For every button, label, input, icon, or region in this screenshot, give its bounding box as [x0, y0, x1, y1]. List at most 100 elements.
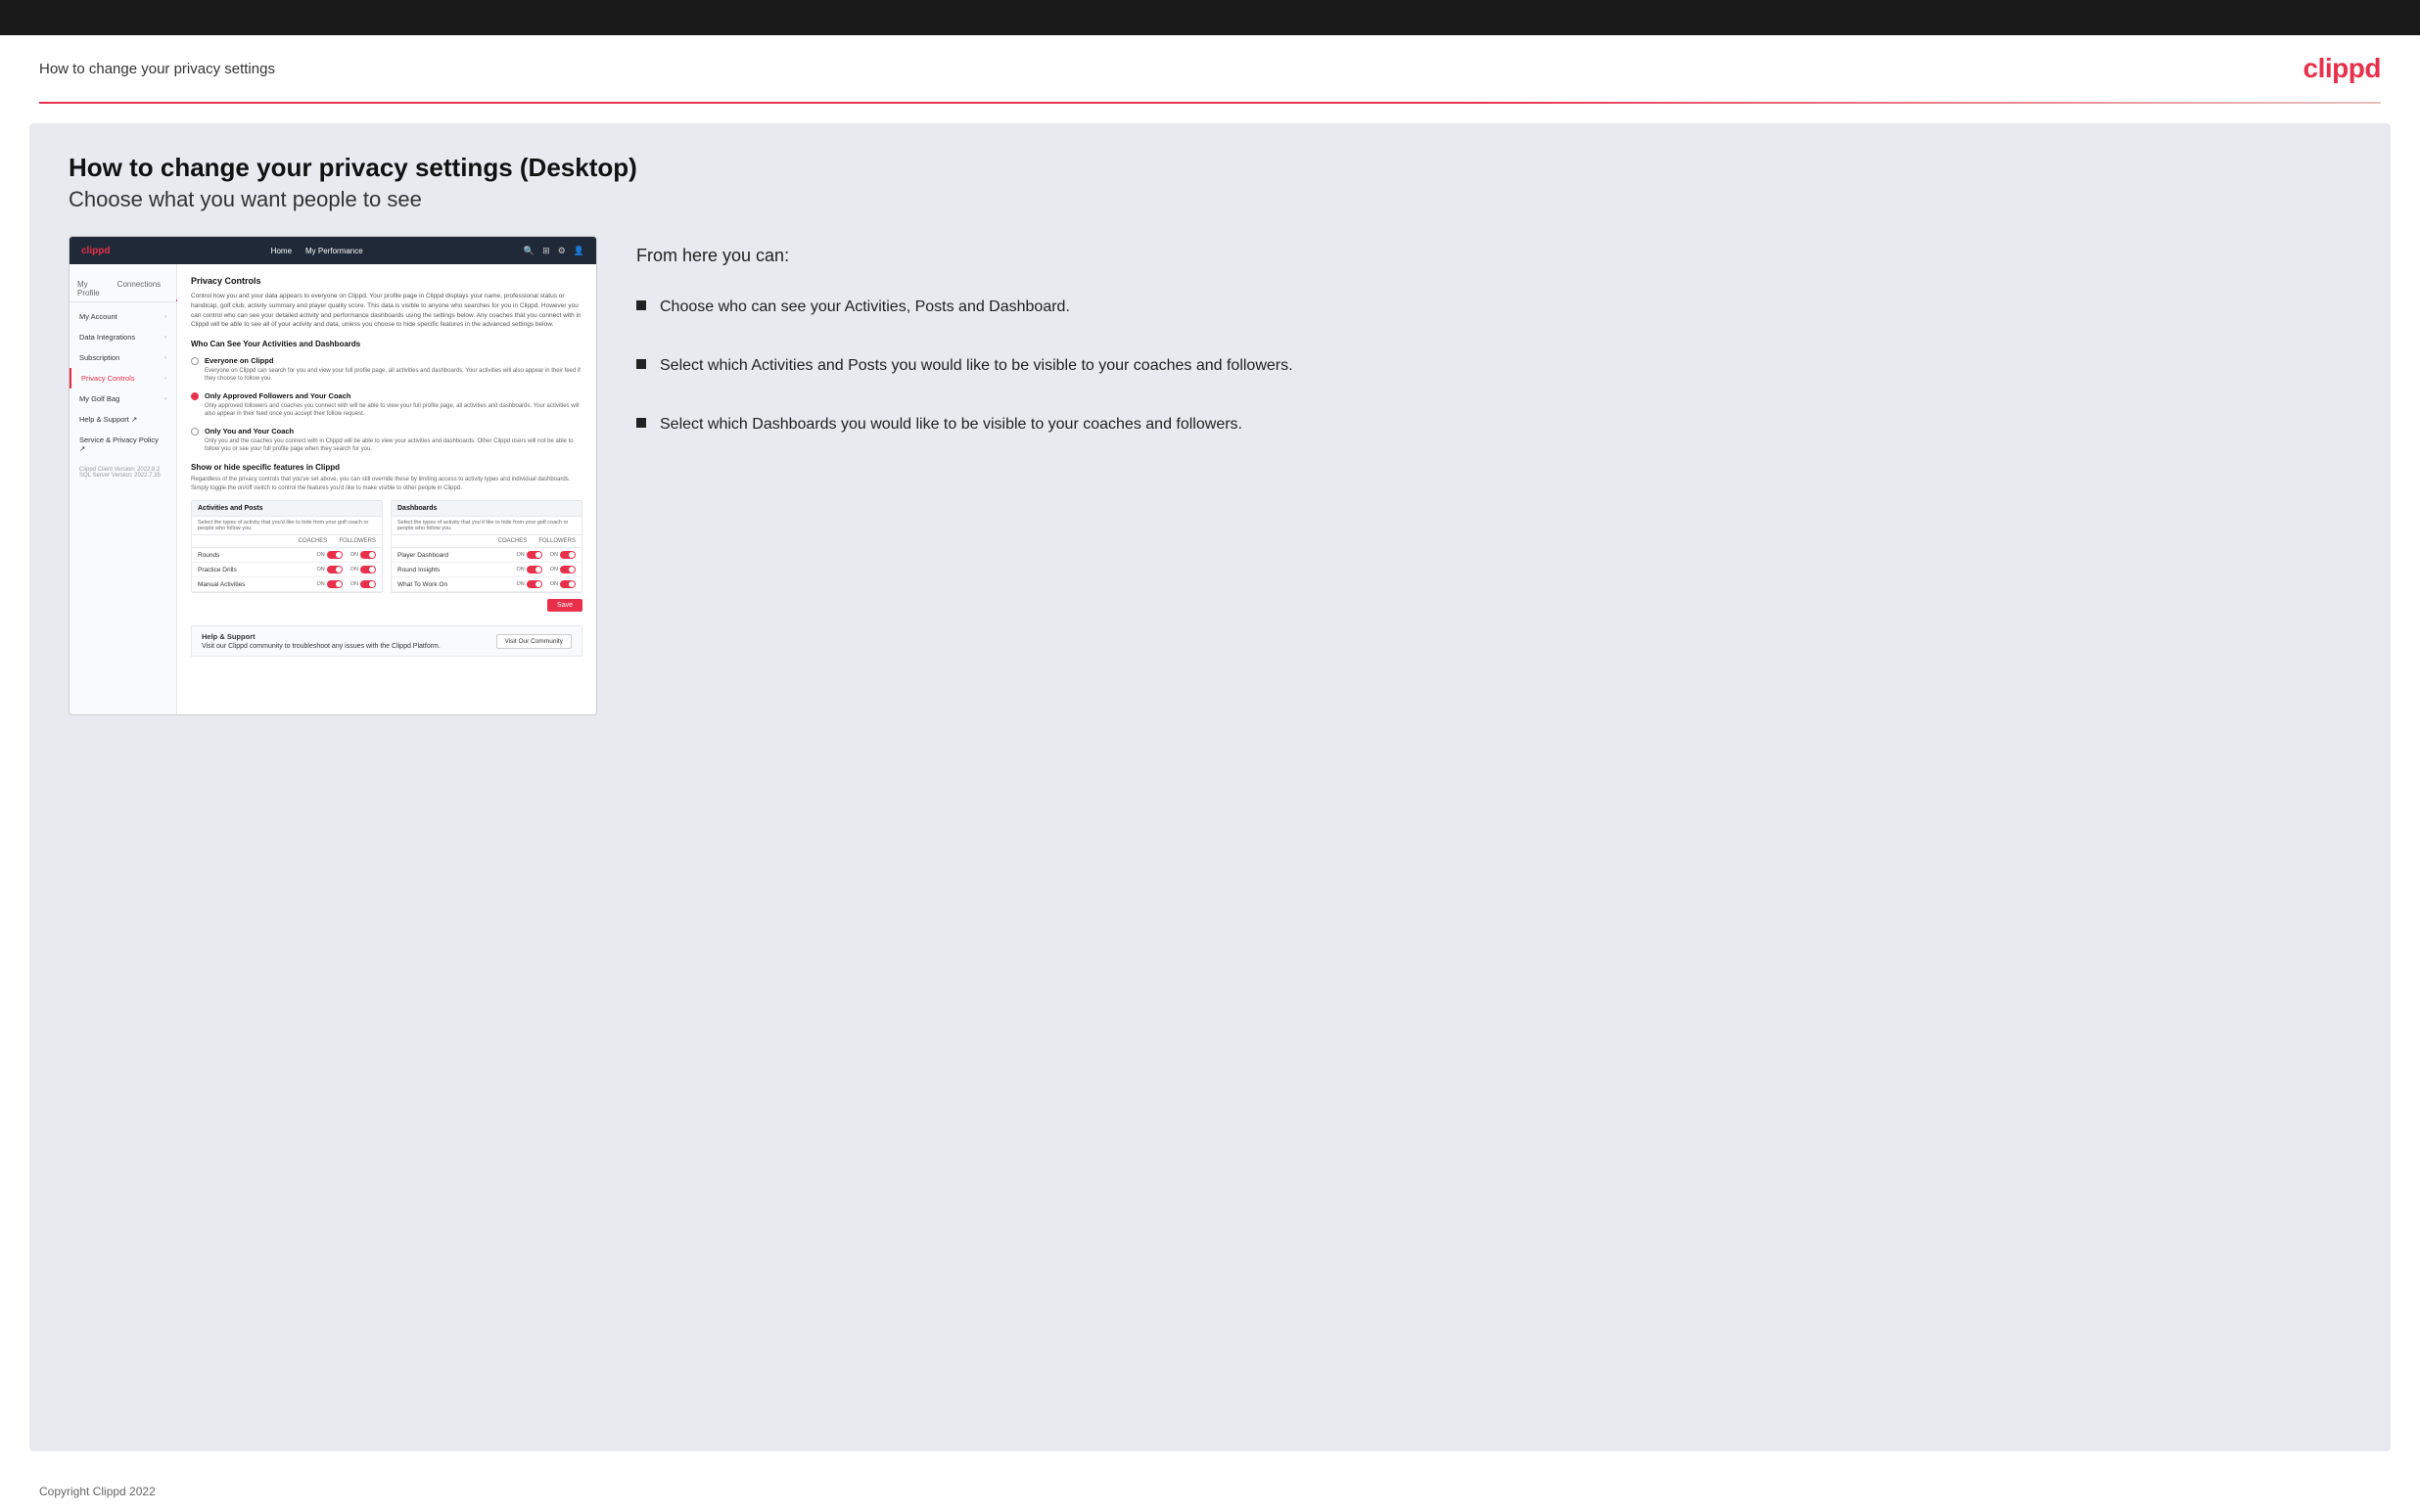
search-icon[interactable]: 🔍 [524, 246, 535, 256]
tab-my-profile[interactable]: My Profile [75, 276, 102, 301]
toggle-pill[interactable] [527, 566, 542, 573]
logo: clippd [2304, 53, 2381, 84]
bullet-item-2: Select which Activities and Posts you wo… [636, 354, 2351, 378]
radio-approved-followers[interactable]: Only Approved Followers and Your Coach O… [191, 391, 582, 419]
label-practice-drills: Practice Drills [198, 567, 317, 573]
toggle-pill[interactable] [360, 566, 376, 573]
dashboards-header: Dashboards [392, 501, 582, 517]
settings-icon[interactable]: ⚙ [558, 246, 566, 256]
nav-my-performance[interactable]: My Performance [305, 247, 363, 255]
app-logo: clippd [81, 246, 110, 256]
toggle-rounds-coaches[interactable]: ON [317, 551, 343, 559]
toggles-rounds: ON ON [317, 551, 377, 559]
sidebar-item-help-support[interactable]: Help & Support ↗ [70, 409, 176, 430]
save-row: Save [191, 593, 582, 618]
app-nav-icons: 🔍 ⊞ ⚙ 👤 [524, 246, 584, 256]
grid-icon[interactable]: ⊞ [542, 246, 550, 256]
sidebar-item-subscription[interactable]: Subscription › [70, 347, 176, 368]
toggle-practice-coaches[interactable]: ON [317, 566, 343, 573]
sidebar-item-data-integrations[interactable]: Data Integrations › [70, 327, 176, 347]
chevron-icon: › [164, 355, 166, 361]
label-manual-activities: Manual Activities [198, 581, 317, 588]
sidebar-item-privacy-controls[interactable]: Privacy Controls › [70, 368, 176, 389]
chevron-icon: › [164, 396, 166, 402]
toggle-pill[interactable] [360, 551, 376, 559]
toggle-player-followers[interactable]: ON [550, 551, 576, 559]
help-desc: Visit our Clippd community to troublesho… [202, 643, 441, 650]
toggle-practice-followers[interactable]: ON [350, 566, 376, 573]
toggle-pill[interactable] [527, 580, 542, 588]
chevron-icon: › [164, 314, 166, 320]
radio-desc-approved: Only approved followers and coaches you … [205, 402, 582, 419]
page-title: How to change your privacy settings [39, 61, 275, 77]
sidebar-label-my-golf-bag: My Golf Bag [79, 394, 119, 403]
toggle-pill[interactable] [560, 580, 576, 588]
user-icon[interactable]: 👤 [574, 246, 584, 256]
header-divider [39, 102, 2381, 104]
coaches-header-dash: COACHES [498, 538, 528, 544]
who-can-see-title: Who Can See Your Activities and Dashboar… [191, 340, 582, 348]
sidebar-item-service-privacy[interactable]: Service & Privacy Policy ↗ [70, 430, 176, 459]
toggle-rounds-followers[interactable]: ON [350, 551, 376, 559]
toggle-pill[interactable] [560, 566, 576, 573]
dashboards-subheader: COACHES FOLLOWERS [392, 535, 582, 548]
activities-posts-table: Activities and Posts Select the types of… [191, 500, 383, 593]
radio-content-everyone: Everyone on Clippd Everyone on Clippd ca… [205, 356, 582, 384]
toggle-insights-followers[interactable]: ON [550, 566, 576, 573]
toggle-manual-followers[interactable]: ON [350, 580, 376, 588]
app-navbar: clippd Home My Performance 🔍 ⊞ ⚙ 👤 [70, 237, 596, 264]
chevron-icon: › [164, 376, 166, 382]
two-column-layout: clippd Home My Performance 🔍 ⊞ ⚙ 👤 [69, 236, 2351, 715]
toggle-pill[interactable] [327, 566, 343, 573]
toggle-pill[interactable] [327, 580, 343, 588]
radio-only-you[interactable]: Only You and Your Coach Only you and the… [191, 427, 582, 454]
toggle-pill[interactable] [327, 551, 343, 559]
privacy-controls-title: Privacy Controls [191, 276, 582, 286]
bullet-list: Choose who can see your Activities, Post… [636, 296, 2351, 436]
main-heading: How to change your privacy settings (Des… [69, 153, 2351, 183]
sidebar-item-my-golf-bag[interactable]: My Golf Bag › [70, 389, 176, 409]
copyright-text: Copyright Clippd 2022 [39, 1485, 156, 1498]
toggle-work-coaches[interactable]: ON [517, 580, 542, 588]
radio-content-approved: Only Approved Followers and Your Coach O… [205, 391, 582, 419]
visit-community-button[interactable]: Visit Our Community [496, 634, 572, 649]
toggle-manual-coaches[interactable]: ON [317, 580, 343, 588]
toggles-manual: ON ON [317, 580, 377, 588]
main-content: How to change your privacy settings (Des… [29, 123, 2391, 1451]
sidebar-label-data-integrations: Data Integrations [79, 333, 135, 342]
label-player-dashboard: Player Dashboard [397, 552, 517, 559]
toggle-pill[interactable] [360, 580, 376, 588]
toggles-round-insights: ON ON [517, 566, 577, 573]
toggle-pill[interactable] [560, 551, 576, 559]
toggle-pill[interactable] [527, 551, 542, 559]
privacy-controls-desc: Control how you and your data appears to… [191, 292, 582, 330]
help-section: Help & Support Visit our Clippd communit… [191, 625, 582, 657]
tab-connections[interactable]: Connections [116, 276, 163, 301]
label-rounds: Rounds [198, 552, 317, 559]
dashboards-table: Dashboards Select the types of activity … [391, 500, 582, 593]
show-hide-title: Show or hide specific features in Clippd [191, 463, 582, 472]
dashboards-desc: Select the types of activity that you'd … [392, 517, 582, 535]
activities-header: Activities and Posts [192, 501, 382, 517]
app-main-panel: Privacy Controls Control how you and you… [177, 264, 596, 714]
footer: Copyright Clippd 2022 [0, 1471, 2420, 1512]
page-header: How to change your privacy settings clip… [0, 35, 2420, 102]
row-player-dashboard: Player Dashboard ON ON [392, 548, 582, 563]
radio-content-only-you: Only You and Your Coach Only you and the… [205, 427, 582, 454]
radio-everyone[interactable]: Everyone on Clippd Everyone on Clippd ca… [191, 356, 582, 384]
toggle-insights-coaches[interactable]: ON [517, 566, 542, 573]
label-what-to-work-on: What To Work On [397, 581, 517, 588]
activities-desc: Select the types of activity that you'd … [192, 517, 382, 535]
toggle-player-coaches[interactable]: ON [517, 551, 542, 559]
radio-circle-approved [191, 392, 199, 400]
nav-home[interactable]: Home [271, 247, 292, 255]
row-what-to-work-on: What To Work On ON ON [392, 577, 582, 592]
toggle-work-followers[interactable]: ON [550, 580, 576, 588]
save-button[interactable]: Save [547, 599, 582, 612]
app-body: My Profile Connections Settings My Accou… [70, 264, 596, 714]
sidebar-item-my-account[interactable]: My Account › [70, 306, 176, 327]
radio-circle-everyone [191, 357, 199, 365]
main-subheading: Choose what you want people to see [69, 187, 2351, 212]
chevron-icon: › [164, 335, 166, 341]
row-round-insights: Round Insights ON ON [392, 563, 582, 577]
